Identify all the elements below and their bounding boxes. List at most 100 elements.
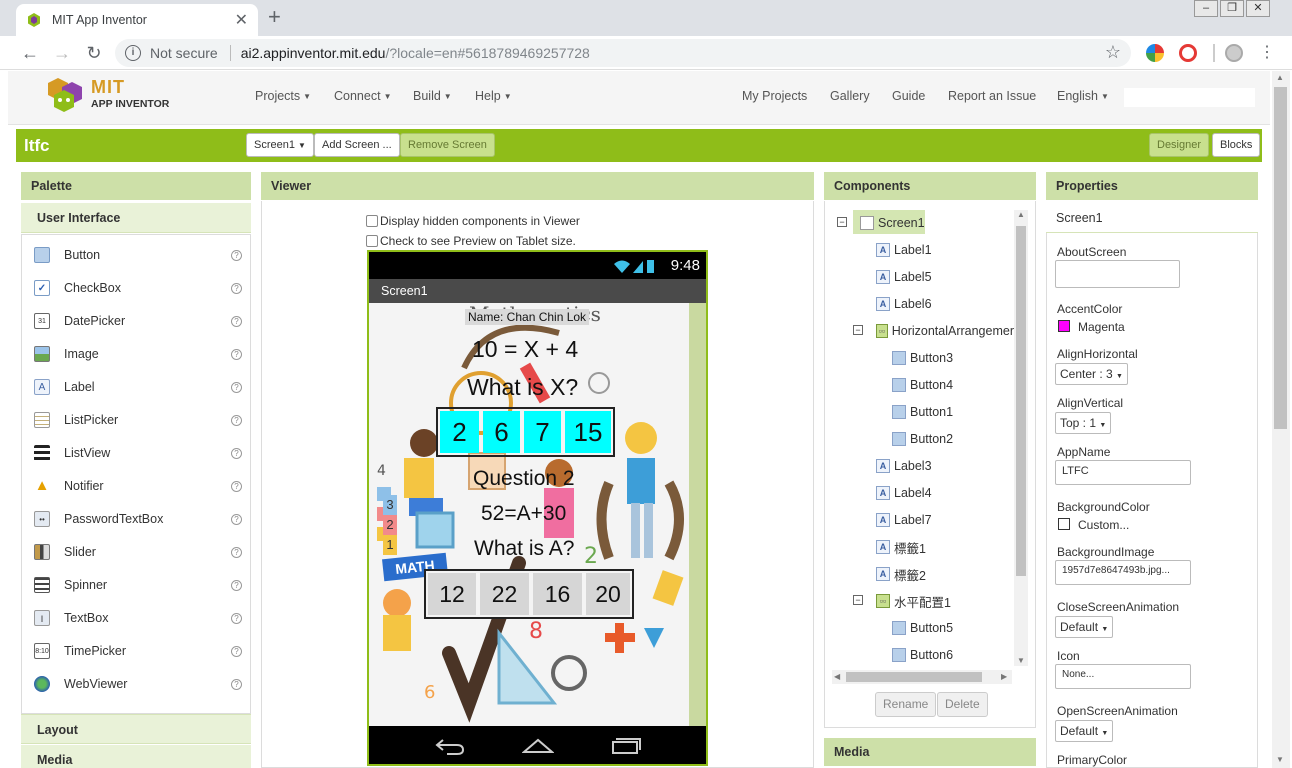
help-icon[interactable]: ? [231,612,242,624]
back-icon[interactable] [435,736,465,756]
prop-icon-picker[interactable]: None... [1055,664,1191,689]
help-icon[interactable]: ? [231,249,242,261]
menu-connect[interactable]: Connect ▼ [334,89,391,103]
help-icon[interactable]: ? [231,480,242,492]
scroll-up-icon[interactable]: ▲ [1017,210,1025,219]
menu-help[interactable]: Help ▼ [475,89,512,103]
palette-item-slider[interactable]: Slider? [34,542,242,562]
collapse-icon[interactable]: − [837,217,847,227]
help-icon[interactable]: ? [231,315,242,327]
help-icon[interactable]: ? [231,381,242,393]
tree-item[interactable]: A Label5 [876,267,932,287]
tablet-preview-checkbox[interactable]: Check to see Preview on Tablet size. [366,234,576,248]
tree-item[interactable]: A 標籤1 [876,537,926,557]
link-guide[interactable]: Guide [892,89,925,103]
prop-appname-input[interactable]: LTFC [1055,460,1191,485]
help-icon[interactable]: ? [231,348,242,360]
link-my-projects[interactable]: My Projects [742,89,807,103]
delete-button[interactable]: Delete [937,692,988,717]
help-icon[interactable]: ? [231,645,242,657]
bookmark-star-icon[interactable]: ☆ [1105,42,1121,63]
scroll-right-icon[interactable]: ▶ [1001,672,1007,681]
answer-button[interactable]: 12 [428,573,476,615]
answer-button[interactable]: 22 [480,573,529,615]
designer-button[interactable]: Designer [1149,133,1210,157]
menu-language[interactable]: English ▼ [1057,89,1109,103]
tree-item[interactable]: Button5 [892,618,953,638]
address-bar[interactable]: i Not secure ai2.appinventor.mit.edu /?l… [115,39,1131,67]
prop-alignv-select[interactable]: Top : 1 ▼ [1055,412,1112,434]
tree-item[interactable]: A Label4 [876,483,932,503]
menu-build[interactable]: Build ▼ [413,89,452,103]
palette-item-timepicker[interactable]: 8:10 TimePicker? [34,641,242,661]
prop-accent-value[interactable]: Magenta [1078,320,1125,334]
palette-item-label[interactable]: A Label? [34,377,242,397]
add-screen-button[interactable]: Add Screen ... [314,133,400,157]
prop-closeanim-select[interactable]: Default ▼ [1055,616,1114,638]
profile-avatar-icon[interactable] [1225,44,1243,62]
help-icon[interactable]: ? [231,282,242,294]
help-icon[interactable]: ? [231,546,242,558]
bgcolor-swatch[interactable] [1058,518,1070,530]
palette-item-datepicker[interactable]: 31 DatePicker? [34,311,242,331]
palette-section-media[interactable]: Media [21,745,251,768]
help-icon[interactable]: ? [231,579,242,591]
tab-close-icon[interactable]: ✕ [235,10,248,30]
page-scrollbar-thumb[interactable] [1274,87,1287,429]
menu-projects[interactable]: Projects ▼ [255,89,311,103]
tree-item[interactable]: A Label3 [876,456,932,476]
extension-icon[interactable] [1146,44,1164,62]
answer-button[interactable]: 7 [524,411,561,453]
checkbox-box[interactable] [366,215,378,227]
browser-menu-icon[interactable]: ⋮ [1256,42,1278,64]
help-icon[interactable]: ? [231,447,242,459]
tree-item[interactable]: A 標籤2 [876,564,926,584]
palette-section-layout[interactable]: Layout [21,714,251,744]
help-icon[interactable]: ? [231,513,242,525]
page-scroll-down-icon[interactable]: ▼ [1276,755,1284,764]
browser-tab[interactable]: MIT App Inventor ✕ [16,4,258,36]
new-tab-button[interactable]: + [268,5,281,29]
tree-item[interactable]: Button1 [892,402,953,422]
palette-item-listpicker[interactable]: ListPicker? [34,410,242,430]
palette-item-listview[interactable]: ListView? [34,443,242,463]
palette-item-button[interactable]: Button? [34,245,242,265]
reload-icon[interactable]: ↻ [83,42,105,64]
display-hidden-checkbox[interactable]: Display hidden components in Viewer [366,214,580,228]
palette-item-notifier[interactable]: ▲ Notifier? [34,476,242,496]
answer-button[interactable]: 15 [565,411,611,453]
info-icon[interactable]: i [125,45,141,61]
tree-hscroll-thumb[interactable] [846,672,982,682]
forward-arrow-icon[interactable]: → [51,42,73,64]
palette-item-webviewer[interactable]: WebViewer? [34,674,242,694]
prop-about-textarea[interactable] [1055,260,1180,288]
collapse-icon[interactable]: − [853,325,863,335]
window-close-icon[interactable]: ✕ [1246,0,1270,17]
remove-screen-button[interactable]: Remove Screen [400,133,495,157]
palette-section-user-interface[interactable]: User Interface [21,203,251,233]
palette-item-textbox[interactable]: I TextBox? [34,608,242,628]
user-account-box[interactable] [1124,88,1255,107]
screen-select-dropdown[interactable]: Screen1 ▼ [246,133,314,157]
collapse-icon[interactable]: − [853,595,863,605]
scroll-down-icon[interactable]: ▼ [1017,656,1025,665]
tree-scrollbar-thumb[interactable] [1016,226,1026,576]
prop-openanim-select[interactable]: Default ▼ [1055,720,1114,742]
tree-item[interactable]: Button4 [892,375,953,395]
link-gallery[interactable]: Gallery [830,89,870,103]
tree-item[interactable]: Button6 [892,645,953,665]
prop-alignh-select[interactable]: Center : 3 ▼ [1055,363,1128,385]
palette-item-spinner[interactable]: Spinner? [34,575,242,595]
scroll-left-icon[interactable]: ◀ [834,672,840,681]
recent-apps-icon[interactable] [610,736,642,756]
answer-button[interactable]: 20 [586,573,630,615]
rename-button[interactable]: Rename [875,692,937,717]
tree-item-screen1[interactable]: Screen1 [860,213,925,233]
prop-bgcolor-value[interactable]: Custom... [1078,518,1129,532]
prop-bgimage-picker[interactable]: 1957d7e8647493b.jpg... [1055,560,1191,585]
answer-button[interactable]: 2 [440,411,479,453]
help-icon[interactable]: ? [231,414,242,426]
checkbox-box[interactable] [366,235,378,247]
back-arrow-icon[interactable]: ← [19,42,41,64]
restore-icon[interactable]: ❐ [1220,0,1244,17]
